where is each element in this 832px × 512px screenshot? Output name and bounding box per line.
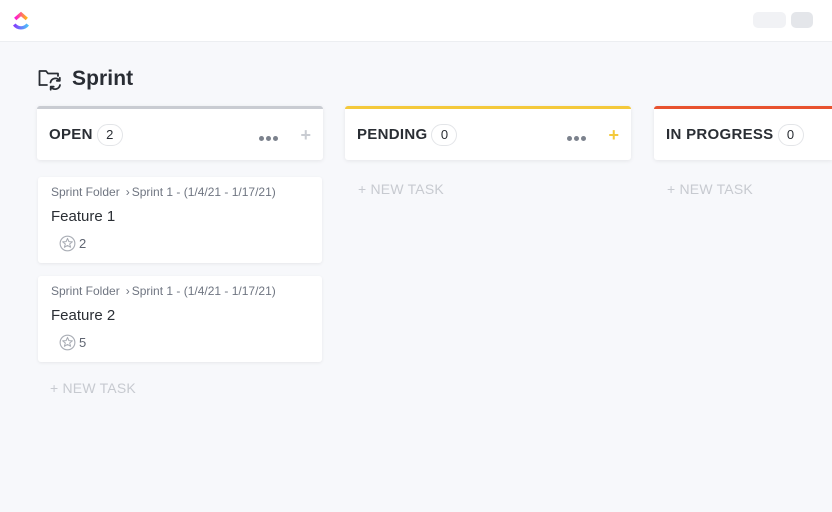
task-count-badge: 0 — [431, 123, 458, 146]
breadcrumb: Sprint Folder › Sprint 1 - (1/4/21 - 1/17/… — [51, 185, 276, 199]
breadcrumb-list[interactable]: Sprint 1 - (1/4/21 - 1/17/21) — [132, 284, 276, 298]
task-title[interactable]: Feature 2 — [51, 307, 115, 324]
top-bar — [0, 0, 832, 42]
points-value: 5 — [79, 335, 87, 350]
breadcrumb-folder[interactable]: Sprint Folder — [51, 185, 120, 199]
add-task-icon[interactable]: + — [608, 125, 619, 145]
folder-sync-icon — [38, 70, 61, 91]
toolbar-button[interactable] — [753, 12, 786, 28]
column-header-in-progress: IN PROGRESS 0 — [654, 106, 832, 160]
add-task-icon[interactable]: + — [300, 125, 311, 145]
breadcrumb: Sprint Folder › Sprint 1 - (1/4/21 - 1/17/… — [51, 284, 276, 298]
new-task-button[interactable]: + NEW TASK — [50, 380, 136, 396]
chevron-right-icon: › — [125, 284, 130, 298]
new-task-button[interactable]: + NEW TASK — [358, 181, 444, 197]
task-count-badge: 2 — [96, 123, 123, 146]
more-options-icon[interactable] — [259, 129, 280, 144]
chevron-right-icon: › — [125, 185, 130, 199]
more-options-icon[interactable] — [567, 129, 588, 144]
task-title[interactable]: Feature 1 — [51, 208, 115, 225]
page-title: Sprint — [72, 67, 134, 90]
column-title: PENDING — [357, 126, 428, 143]
breadcrumb-folder[interactable]: Sprint Folder — [51, 284, 120, 298]
breadcrumb-list[interactable]: Sprint 1 - (1/4/21 - 1/17/21) — [132, 185, 276, 199]
clickup-logo-icon[interactable] — [10, 10, 32, 32]
column-title: IN PROGRESS — [666, 126, 774, 143]
task-count-badge: 0 — [777, 123, 804, 146]
toolbar-button[interactable] — [791, 12, 813, 28]
sprint-points[interactable]: 5 — [59, 334, 86, 351]
sprint-points[interactable]: 2 — [59, 235, 86, 252]
column-title: OPEN — [49, 126, 93, 143]
page-header: Sprint — [37, 66, 133, 92]
sprint-points-icon — [59, 334, 76, 351]
task-card[interactable]: Sprint Folder › Sprint 1 - (1/4/21 - 1/17/… — [38, 276, 322, 362]
task-card[interactable]: Sprint Folder › Sprint 1 - (1/4/21 - 1/17/… — [38, 177, 322, 263]
column-header-open: OPEN 2 + — [37, 106, 323, 160]
new-task-button[interactable]: + NEW TASK — [667, 181, 753, 197]
column-header-pending: PENDING 0 + — [345, 106, 631, 160]
points-value: 2 — [79, 236, 87, 251]
sprint-points-icon — [59, 235, 76, 252]
